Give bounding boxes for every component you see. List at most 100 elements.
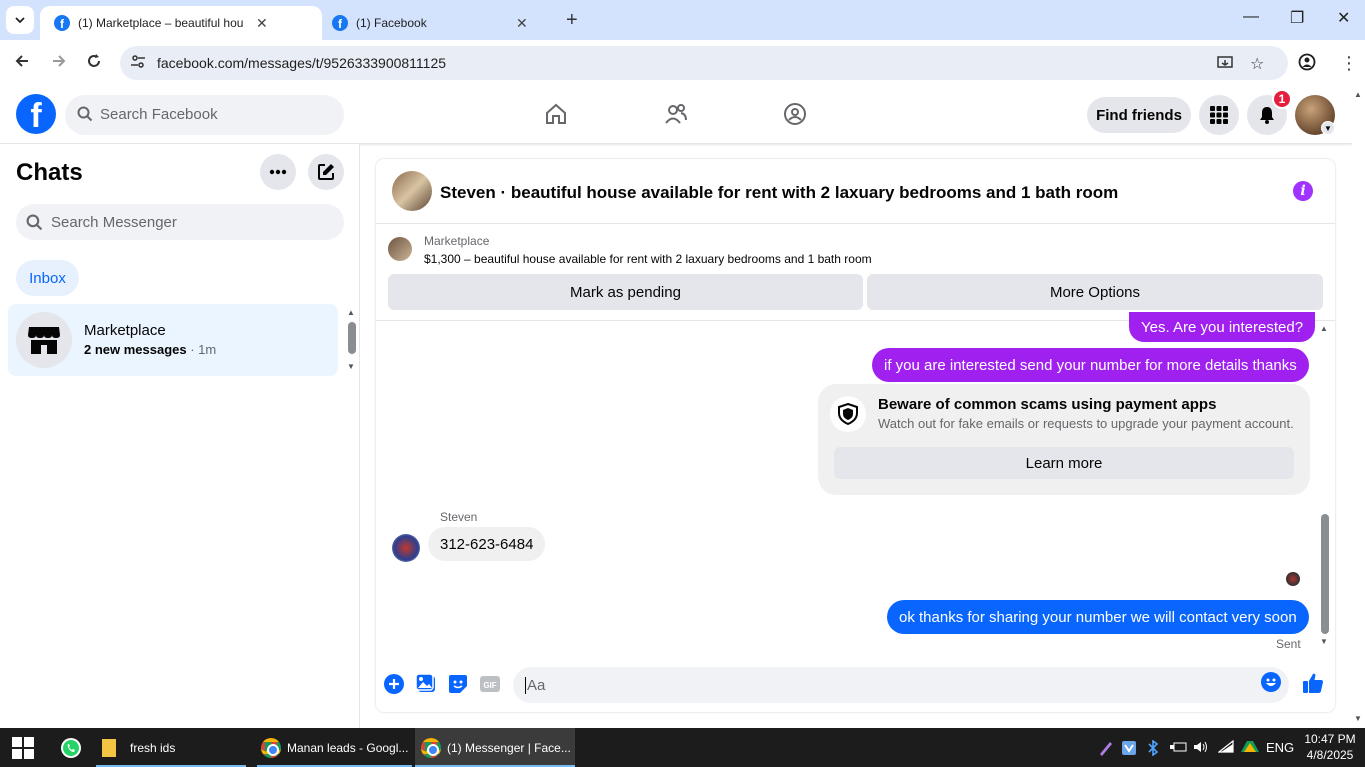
chats-title: Chats (16, 159, 83, 186)
page-scroll-down-icon[interactable]: ▼ (1354, 714, 1362, 723)
start-button[interactable] (12, 728, 34, 767)
restore-icon[interactable]: ❐ (1290, 8, 1304, 28)
search-icon (77, 106, 93, 122)
conversation-scrollbar[interactable] (1321, 514, 1329, 634)
reload-icon[interactable] (85, 52, 103, 75)
gif-icon[interactable]: GIF (479, 673, 501, 695)
search-placeholder: Search Facebook (100, 106, 218, 123)
bookmark-star-icon[interactable]: ☆ (1250, 54, 1264, 74)
bluetooth-icon[interactable] (1147, 739, 1159, 759)
clock-time: 10:47 PM (1304, 732, 1356, 746)
bell-icon (1260, 107, 1274, 124)
facebook-search-input[interactable]: Search Facebook (65, 95, 344, 135)
listing-title[interactable]: $1,300 – beautiful house available for r… (424, 252, 872, 266)
taskbar-manan-leads[interactable]: Manan leads - Googl... (257, 728, 412, 767)
taskbar-item-label: fresh ids (130, 740, 176, 755)
scam-warning-card: Beware of common scams using payment app… (818, 384, 1310, 495)
more-options-button[interactable]: More Options (867, 274, 1323, 310)
taskbar-messenger[interactable]: (1) Messenger | Face... (415, 728, 575, 767)
conversation-title[interactable]: Steven · beautiful house available for r… (440, 183, 1118, 203)
app-tray-icon[interactable] (1121, 740, 1137, 759)
read-receipt-avatar (1286, 572, 1300, 586)
clock[interactable]: 10:47 PM 4/8/2025 (1300, 731, 1360, 763)
tab-facebook[interactable]: f (1) Facebook ✕ (332, 6, 552, 40)
pen-icon[interactable] (1098, 740, 1114, 759)
conversation-avatar[interactable] (392, 171, 432, 211)
message-bubble-sent[interactable]: ok thanks for sharing your number we wil… (887, 600, 1309, 634)
sidebar-scrollbar[interactable] (348, 322, 356, 354)
marketplace-listing-banner: Marketplace $1,300 – beautiful house ava… (376, 225, 1335, 321)
tab-list-button[interactable] (6, 6, 34, 34)
learn-more-button[interactable]: Learn more (834, 447, 1294, 479)
close-tab-icon[interactable]: ✕ (516, 15, 528, 32)
chrome-icon (261, 737, 281, 758)
friends-icon[interactable] (664, 102, 688, 131)
plus-circle-icon[interactable] (383, 673, 405, 695)
taskbar-item-label: Manan leads - Googl... (287, 740, 409, 755)
message-bubble-sent[interactable]: Yes. Are you interested? (1129, 312, 1316, 342)
profile-icon[interactable] (1298, 53, 1316, 76)
whatsapp-taskbar-icon[interactable] (60, 728, 82, 767)
drive-icon[interactable] (1241, 740, 1259, 759)
new-message-button[interactable] (308, 154, 344, 190)
page-scroll-up-icon[interactable]: ▲ (1354, 90, 1362, 99)
new-tab-icon[interactable]: + (566, 9, 578, 32)
mark-as-pending-button[interactable]: Mark as pending (388, 274, 863, 310)
page-scrollbar[interactable] (1352, 86, 1365, 728)
wifi-icon[interactable] (1217, 739, 1234, 757)
taskbar-fresh-ids[interactable]: fresh ids (96, 728, 246, 767)
sticker-icon[interactable] (447, 673, 469, 695)
minimize-icon[interactable]: — (1243, 8, 1259, 26)
scam-warning-title: Beware of common scams using payment app… (878, 396, 1217, 413)
chevron-down-icon (15, 17, 25, 24)
browser-tab-bar: f (1) Marketplace – beautiful hou ✕ f (1… (0, 0, 1365, 40)
shop-icon (28, 327, 60, 354)
scroll-down-icon[interactable]: ▼ (347, 362, 355, 371)
chats-sidebar: Chats Search Messenger Inbox Marketplace… (0, 144, 360, 728)
menu-grid-button[interactable] (1199, 95, 1239, 135)
message-input[interactable]: Aa (513, 667, 1289, 703)
listing-thumbnail[interactable] (388, 237, 412, 261)
address-bar[interactable]: facebook.com/messages/t/9526333900811125… (120, 46, 1288, 80)
chat-options-button[interactable] (260, 154, 296, 190)
search-icon (26, 214, 43, 231)
search-placeholder: Search Messenger (51, 214, 177, 231)
url-text: facebook.com/messages/t/9526333900811125 (157, 55, 447, 71)
scroll-down-icon[interactable]: ▼ (1320, 637, 1328, 646)
chat-list-item[interactable]: Marketplace 2 new messages · 1m (8, 304, 338, 376)
emoji-icon[interactable] (1261, 672, 1281, 692)
chat-time: · 1m (186, 342, 217, 357)
scroll-up-icon[interactable]: ▲ (1320, 324, 1328, 333)
site-settings-icon[interactable] (130, 54, 146, 70)
tab-title: (1) Facebook (356, 16, 427, 30)
taskbar-item-label: (1) Messenger | Face... (447, 740, 571, 755)
forward-icon[interactable] (50, 52, 68, 75)
volume-icon[interactable] (1193, 740, 1209, 757)
install-app-icon[interactable] (1216, 54, 1234, 77)
sender-name: Steven (440, 510, 478, 524)
messenger-search-input[interactable]: Search Messenger (16, 204, 344, 240)
close-tab-icon[interactable]: ✕ (256, 15, 268, 32)
account-chevron-down-icon[interactable]: ▼ (1321, 121, 1335, 135)
chrome-icon (421, 737, 441, 758)
message-bubble-received[interactable]: 312-623-6484 (428, 527, 546, 561)
message-bubble-sent[interactable]: if you are interested send your number f… (872, 348, 1309, 382)
facebook-logo-icon[interactable]: f (16, 94, 56, 134)
find-friends-button[interactable]: Find friends (1087, 97, 1191, 133)
close-window-icon[interactable]: ✕ (1337, 8, 1350, 28)
back-icon[interactable] (13, 52, 31, 75)
tab-marketplace[interactable]: f (1) Marketplace – beautiful hou ✕ (40, 6, 322, 40)
browser-menu-icon[interactable]: ⋮ (1340, 53, 1358, 74)
notification-badge: 1 (1272, 89, 1292, 109)
battery-icon[interactable] (1169, 740, 1187, 757)
conversation-header: Steven · beautiful house available for r… (376, 159, 1335, 224)
photo-icon[interactable] (415, 673, 437, 695)
scroll-up-icon[interactable]: ▲ (347, 308, 355, 317)
inbox-tab[interactable]: Inbox (16, 260, 79, 296)
like-thumb-icon[interactable] (1301, 671, 1325, 695)
home-icon[interactable] (544, 102, 568, 131)
groups-icon[interactable] (783, 102, 807, 131)
steven-avatar[interactable] (392, 534, 420, 562)
language-indicator[interactable]: ENG (1266, 740, 1294, 755)
info-icon[interactable]: i (1293, 181, 1313, 201)
